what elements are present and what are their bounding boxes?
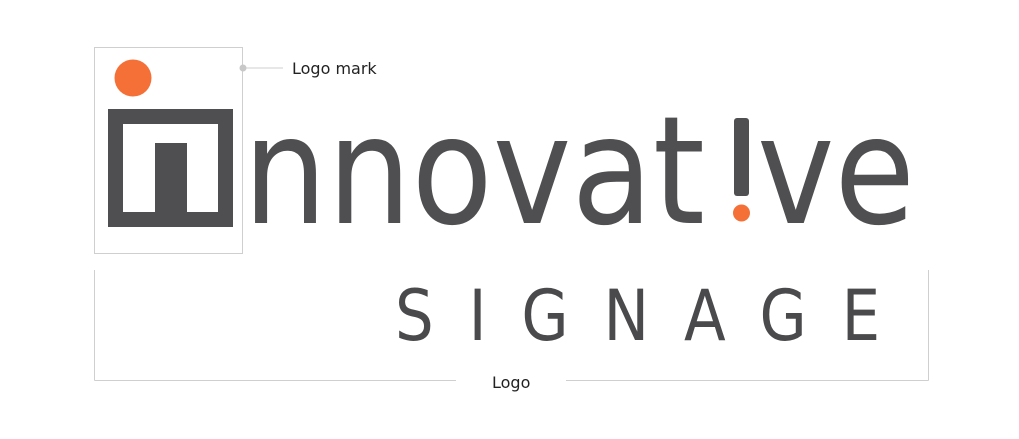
logo-mark-square-icon bbox=[108, 109, 233, 227]
logo-label: Logo bbox=[492, 373, 530, 392]
logo-mark-leader-dot bbox=[239, 64, 247, 72]
logo-diagram: Logo mark nnovat ve SIGNAGE Logo bbox=[94, 47, 929, 392]
logo-mark bbox=[108, 59, 233, 227]
wordmark-i-stem bbox=[734, 118, 749, 196]
wordmark-text: nnovat bbox=[243, 85, 705, 259]
logo-mark-dot bbox=[114, 59, 152, 97]
logo-wordmark: nnovat ve bbox=[243, 85, 915, 259]
wordmark-end-text: ve bbox=[757, 85, 915, 259]
logo-mark-label: Logo mark bbox=[292, 59, 377, 78]
logo-tagline: SIGNAGE bbox=[395, 275, 915, 357]
wordmark-i-dot bbox=[733, 204, 750, 222]
